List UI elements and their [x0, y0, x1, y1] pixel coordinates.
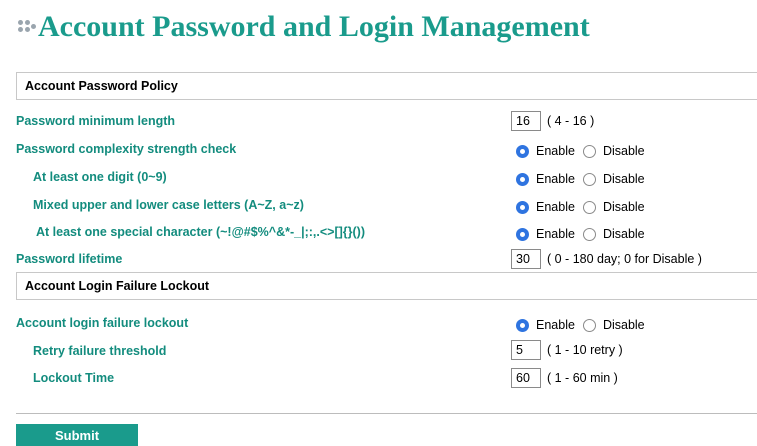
digit-enable-radio[interactable] — [516, 172, 529, 186]
page-title-text: Account Password and Login Management — [38, 10, 590, 43]
lockout-time-input[interactable] — [511, 368, 541, 388]
min-length-label: Password minimum length — [16, 114, 176, 128]
section-title: Account Login Failure Lockout — [25, 279, 210, 293]
complexity-radio-group: Enable Disable — [511, 144, 653, 158]
digit-disable-label[interactable]: Disable — [603, 172, 645, 186]
lifetime-input[interactable] — [511, 249, 541, 269]
special-char-enable-label[interactable]: Enable — [536, 227, 575, 241]
lockout-disable-label[interactable]: Disable — [603, 318, 645, 332]
min-length-hint: ( 4 - 16 ) — [547, 114, 595, 128]
complexity-enable-label[interactable]: Enable — [536, 144, 575, 158]
special-char-label: At least one special character (~!@#$%^&… — [36, 225, 365, 239]
section-header-lockout: Account Login Failure Lockout — [16, 272, 757, 300]
complexity-label: Password complexity strength check — [16, 142, 237, 156]
dots-icon — [16, 17, 36, 37]
page-title: Account Password and Login Management — [16, 10, 590, 44]
complexity-disable-radio[interactable] — [582, 144, 596, 158]
retry-input[interactable] — [511, 340, 541, 360]
lockout-time-hint: ( 1 - 60 min ) — [547, 371, 618, 385]
submit-button[interactable]: Submit — [16, 424, 138, 446]
special-char-disable-radio[interactable] — [582, 227, 596, 241]
complexity-enable-radio[interactable] — [516, 144, 529, 158]
section-header-password-policy: Account Password Policy — [16, 72, 757, 100]
lifetime-hint: ( 0 - 180 day; 0 for Disable ) — [547, 252, 702, 266]
digit-label: At least one digit (0~9) — [33, 170, 167, 184]
special-char-enable-radio[interactable] — [516, 227, 529, 241]
lockout-disable-radio[interactable] — [582, 318, 596, 332]
lockout-enable-label[interactable]: Enable — [536, 318, 575, 332]
divider — [16, 413, 757, 414]
complexity-disable-label[interactable]: Disable — [603, 144, 645, 158]
special-char-radio-group: Enable Disable — [511, 227, 653, 241]
mixed-case-radio-group: Enable Disable — [511, 200, 653, 214]
lockout-time-label: Lockout Time — [33, 371, 115, 385]
lockout-radio-group: Enable Disable — [511, 318, 653, 332]
lockout-enable-radio[interactable] — [516, 318, 529, 332]
lifetime-control: ( 0 - 180 day; 0 for Disable ) — [511, 249, 702, 269]
digit-disable-radio[interactable] — [582, 172, 596, 186]
min-length-input[interactable] — [511, 111, 541, 131]
mixed-case-enable-label[interactable]: Enable — [536, 200, 575, 214]
lockout-label: Account login failure lockout — [16, 316, 189, 330]
retry-label: Retry failure threshold — [33, 344, 167, 358]
lockout-time-control: ( 1 - 60 min ) — [511, 368, 618, 388]
digit-enable-label[interactable]: Enable — [536, 172, 575, 186]
min-length-control: ( 4 - 16 ) — [511, 111, 594, 131]
digit-radio-group: Enable Disable — [511, 172, 653, 186]
retry-hint: ( 1 - 10 retry ) — [547, 343, 623, 357]
mixed-case-disable-radio[interactable] — [582, 200, 596, 214]
mixed-case-enable-radio[interactable] — [516, 200, 529, 214]
special-char-disable-label[interactable]: Disable — [603, 227, 645, 241]
mixed-case-disable-label[interactable]: Disable — [603, 200, 645, 214]
section-title: Account Password Policy — [25, 79, 178, 93]
mixed-case-label: Mixed upper and lower case letters (A~Z,… — [33, 198, 304, 212]
retry-control: ( 1 - 10 retry ) — [511, 340, 623, 360]
lifetime-label: Password lifetime — [16, 252, 123, 266]
